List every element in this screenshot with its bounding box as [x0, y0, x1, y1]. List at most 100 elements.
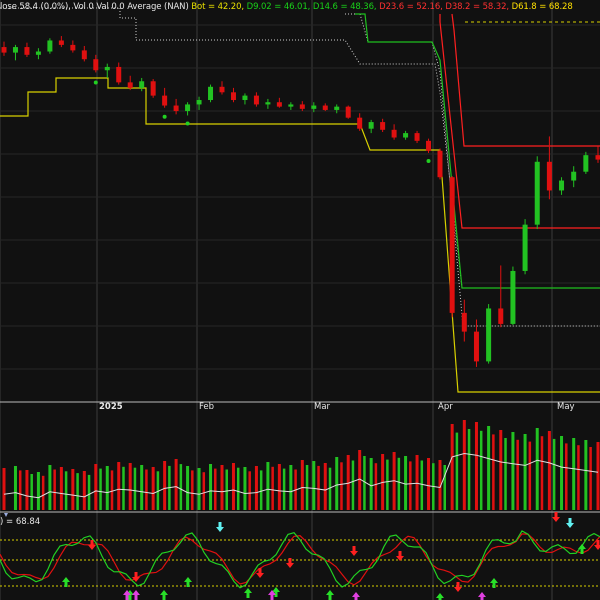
chart-canvas: 2025 Feb Mar Apr May	[0, 0, 600, 600]
arrow-down-icon	[132, 572, 140, 582]
volume-bar	[36, 472, 40, 510]
signal-dot	[426, 158, 431, 163]
arrow-up-icon	[160, 590, 168, 600]
candle-body	[473, 331, 479, 362]
volume-bar	[82, 471, 86, 510]
candle-body	[486, 308, 492, 362]
volume-bar	[59, 467, 63, 510]
value-text: Val 0.0	[96, 2, 125, 12]
candle-body	[571, 171, 577, 181]
candle-body	[380, 122, 386, 130]
candle-body	[288, 104, 294, 107]
volume-bar	[487, 426, 491, 510]
arrow-down-icon	[350, 546, 358, 556]
volume-bar	[535, 428, 539, 510]
volume-bar	[560, 436, 564, 510]
volume-bar	[363, 456, 366, 510]
candle-body	[510, 270, 516, 324]
d38-level: D38.2 = 58.32,	[445, 2, 510, 12]
volume-bar	[323, 463, 327, 510]
bot-level: Bot = 42.20,	[191, 2, 245, 12]
volume-bar	[289, 465, 293, 510]
candle-body	[322, 105, 328, 110]
volume-bar	[128, 463, 132, 510]
candle-body	[334, 106, 340, 110]
volume-bar	[2, 468, 6, 510]
fib-levels	[0, 7, 600, 393]
volume-bar	[409, 461, 412, 510]
volume-bar	[565, 443, 568, 510]
candle-body	[208, 86, 214, 101]
volume-bar	[271, 466, 274, 510]
volume-bar	[117, 462, 121, 510]
candle-body	[185, 104, 191, 112]
volume-bar	[163, 461, 167, 510]
volume-bar	[450, 424, 454, 510]
volume-bar	[202, 472, 206, 510]
arrow-down-icon	[566, 518, 574, 528]
candle-body	[139, 81, 145, 88]
month-label: May	[557, 402, 575, 412]
volume-bar	[528, 441, 532, 510]
volume-bar	[516, 439, 519, 510]
volume-bar	[140, 465, 144, 510]
volume-bar	[243, 467, 247, 510]
candle-body	[162, 95, 168, 106]
signal-dot	[162, 114, 167, 119]
arrow-up-icon	[132, 590, 140, 600]
candle-body	[150, 81, 156, 96]
volume-bar	[317, 465, 320, 510]
candle-body	[173, 105, 179, 112]
volume-bar	[13, 466, 17, 510]
d61-level: D61.8 = 68.28	[511, 2, 573, 12]
arrow-up-icon	[436, 593, 444, 600]
arrow-down-icon	[256, 568, 264, 578]
volume-bar	[415, 455, 419, 510]
month-label: 2025	[99, 402, 123, 412]
candle-body	[345, 106, 351, 118]
volume-bar	[552, 438, 556, 510]
candle-body	[81, 50, 87, 60]
volume-bar	[312, 461, 316, 510]
volume-bar	[122, 466, 125, 510]
volume-bar	[404, 456, 408, 510]
volume-bar	[18, 470, 22, 510]
volume-bar	[254, 466, 258, 510]
candle-body	[265, 102, 271, 105]
volume-bar	[145, 469, 148, 510]
average-text: Average (NAN)	[127, 2, 189, 12]
candle-body	[93, 59, 99, 71]
candle-body	[35, 51, 41, 55]
oscillator-header: ) = 68.84	[0, 517, 41, 527]
volume-bar	[479, 430, 483, 510]
dotted-line	[345, 13, 600, 327]
volume-bar	[133, 467, 137, 510]
volume-panel	[2, 420, 600, 510]
volume-bar	[220, 465, 224, 510]
candle-body	[498, 308, 504, 324]
volume-bar	[397, 457, 401, 510]
volume-bar	[420, 460, 424, 510]
close-text: lose 58.4 (0.0%),	[0, 2, 71, 12]
volume-bar	[462, 420, 466, 510]
volume-bar	[53, 469, 56, 510]
volume-bar	[179, 464, 183, 510]
volume-bar	[300, 460, 304, 510]
candle-body	[534, 161, 540, 225]
chart-stage: 2025 Feb Mar Apr May lose 58.4 (0.0%), Vol 0…	[0, 0, 600, 600]
volume-bar	[427, 458, 431, 510]
candle-body	[12, 47, 18, 53]
volume-bar	[99, 468, 102, 510]
red-level-line	[439, 14, 600, 229]
candle-body	[1, 47, 7, 53]
osc-main-line	[0, 530, 600, 589]
volume-bar	[540, 436, 544, 510]
volume-bar	[214, 468, 217, 510]
volume-bar	[577, 445, 580, 510]
candles	[1, 36, 600, 367]
volume-bar	[504, 438, 507, 510]
volume-bar	[474, 422, 478, 510]
volume-bar	[174, 459, 178, 510]
dotted-line	[0, 7, 600, 289]
volume-bar	[41, 475, 45, 510]
